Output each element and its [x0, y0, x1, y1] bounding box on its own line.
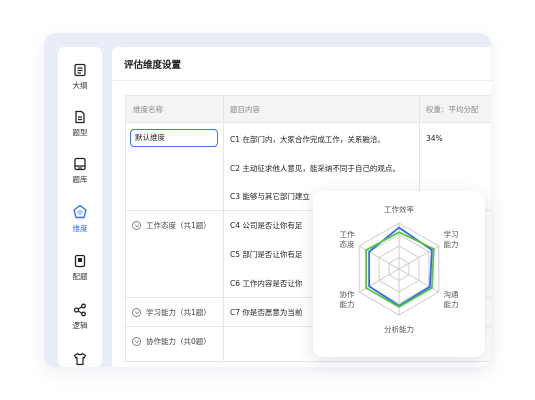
question-bank-icon: [74, 157, 86, 171]
page-title: 评估维度设置: [124, 60, 182, 71]
radar-axis-label: 分析能力: [384, 324, 414, 334]
outline-icon: [74, 63, 86, 77]
assign-questions-icon: [74, 254, 86, 268]
question-cell: C5 部门是否让你有足: [230, 250, 303, 259]
radar-axis-label: 沟通能力: [443, 289, 458, 309]
group-label: 学习能力（共1题）: [146, 308, 211, 317]
radar-chart: 工作效率学习能力沟通能力分析能力 协作能力 工作态度: [340, 204, 459, 334]
tshirt-icon: [73, 352, 87, 366]
question-type-icon: [75, 110, 85, 124]
group-learning-ability[interactable]: 学习能力（共1题）: [132, 307, 211, 318]
column-divider: [223, 96, 224, 361]
radar-axis-label: 工作态度: [340, 229, 355, 249]
question-cell: C3 能够与其它部门建立: [230, 192, 310, 201]
question-cell: C1 在部门内，大家合作完成工作，关系融洽。: [230, 135, 385, 144]
chevron-down-icon[interactable]: [132, 308, 141, 317]
group-collaboration[interactable]: 协作能力（共0题）: [132, 336, 211, 347]
radar-chart-card: 工作效率学习能力沟通能力分析能力 协作能力 工作态度: [313, 191, 485, 357]
question-cell: C7 你是否愿意为当前: [230, 308, 303, 317]
sidebar-item-label: 逻辑: [72, 321, 88, 330]
sidebar-item-logic[interactable]: 逻辑: [58, 303, 102, 331]
radar-axis-label: 学习能力: [443, 229, 458, 249]
sidebar-item-label: 大纲: [72, 81, 88, 90]
sidebar-item-label: 题型: [72, 128, 88, 137]
title-divider: [112, 80, 491, 81]
sidebar-item-question-type[interactable]: 题型: [58, 110, 102, 138]
question-cell: C6 工作内容是否让你: [230, 279, 303, 288]
dimension-name-input[interactable]: 默认维度: [130, 129, 218, 147]
group-label: 协作能力（共0题）: [146, 337, 211, 346]
sidebar-item-outline[interactable]: 大纲: [58, 63, 102, 91]
logic-icon: [73, 303, 86, 317]
group-label: 工作态度（共1题）: [146, 221, 211, 230]
sidebar-item-assign[interactable]: 配题: [58, 254, 102, 282]
group-work-attitude[interactable]: 工作态度（共1题）: [132, 220, 211, 231]
sidebar: 大纲 题型 题库 维度 配题 逻辑: [58, 47, 102, 367]
chevron-down-icon[interactable]: [132, 221, 141, 230]
column-header-weight: 权重：平均分配: [426, 105, 479, 114]
sidebar-item-label: 题库: [72, 175, 88, 184]
sidebar-item-label: 配题: [72, 272, 88, 281]
radar-axis-label: 工作效率: [384, 204, 414, 214]
sidebar-item-theme[interactable]: [58, 352, 102, 366]
sidebar-item-dimension[interactable]: 维度: [58, 204, 102, 234]
weight-cell: 34%: [426, 134, 443, 143]
sidebar-item-label: 维度: [72, 224, 88, 233]
sidebar-item-question-bank[interactable]: 题库: [58, 157, 102, 185]
table-header: 维度名称 题目内容 权重：平均分配: [126, 96, 491, 123]
question-cell: C4 公司是否让你有足: [230, 221, 303, 230]
chevron-down-icon[interactable]: [132, 337, 141, 346]
column-divider: [419, 96, 420, 196]
radar-axis-label: 协作能力: [340, 289, 355, 309]
dimension-icon: [73, 204, 87, 219]
column-header-name: 维度名称: [133, 105, 163, 114]
question-cell: C2 主动征求他人意见，能采纳不同于自己的观点。: [230, 164, 400, 173]
column-header-question: 题目内容: [230, 105, 260, 114]
